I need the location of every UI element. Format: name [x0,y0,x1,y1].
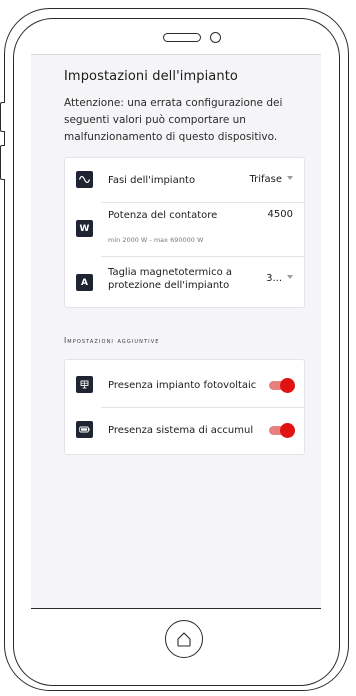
meter-power-input[interactable]: 4500 [268,209,293,220]
w-letter-icon: W [76,220,93,237]
side-button-mute [0,102,5,132]
phases-select[interactable]: Trifase [249,174,293,185]
home-icon [177,632,191,647]
meter-power-range-hint: min 2000 W - max 690000 W [108,236,204,244]
photovoltaic-row: Presenza impianto fotovoltaic [65,360,304,407]
sine-wave-icon [76,171,93,188]
phases-row[interactable]: Fasi dell'impianto Trifase [65,158,304,202]
storage-toggle[interactable] [269,423,295,438]
plant-settings-card: Fasi dell'impianto Trifase W Potenza del… [64,157,305,308]
meter-power-row[interactable]: W Potenza del contatore 4500 min 2000 W … [65,203,304,256]
warning-text: Attenzione: una errata configurazione de… [64,97,283,143]
chevron-down-icon [287,176,293,180]
page-title: Impostazioni dell'impianto [64,69,238,84]
toggle-knob [280,378,295,393]
solar-panel-icon [76,376,93,393]
additional-settings-heading: Impostazioni aggiuntive [64,336,160,345]
breaker-size-label-line1: Taglia magnetotermico a [108,267,232,278]
photovoltaic-label: Presenza impianto fotovoltaic [108,380,257,391]
storage-label: Presenza sistema di accumul [108,425,254,436]
speaker-grille [163,33,201,42]
chevron-down-icon [287,275,293,279]
breaker-size-row[interactable]: A Taglia magnetotermico a protezione del… [65,257,304,308]
breaker-size-value: 3... [266,273,282,284]
a-letter-icon: A [76,274,93,291]
phases-value: Trifase [249,174,282,185]
home-button[interactable] [165,620,203,658]
additional-settings-card: Presenza impianto fotovoltaic Presenza s… [64,359,305,455]
meter-power-label: Potenza del contatore [108,210,218,221]
app-screen: Impostazioni dell'impianto Attenzione: u… [31,54,321,609]
breaker-size-label-line2: protezione dell'impianto [108,280,230,291]
storage-row: Presenza sistema di accumul [65,408,304,455]
phases-label: Fasi dell'impianto [108,175,196,186]
photovoltaic-toggle[interactable] [269,378,295,393]
battery-icon [76,421,93,438]
toggle-knob [280,423,295,438]
side-button-volume-up [0,145,5,180]
breaker-size-select[interactable]: 3... [266,273,293,284]
front-camera [210,32,221,43]
